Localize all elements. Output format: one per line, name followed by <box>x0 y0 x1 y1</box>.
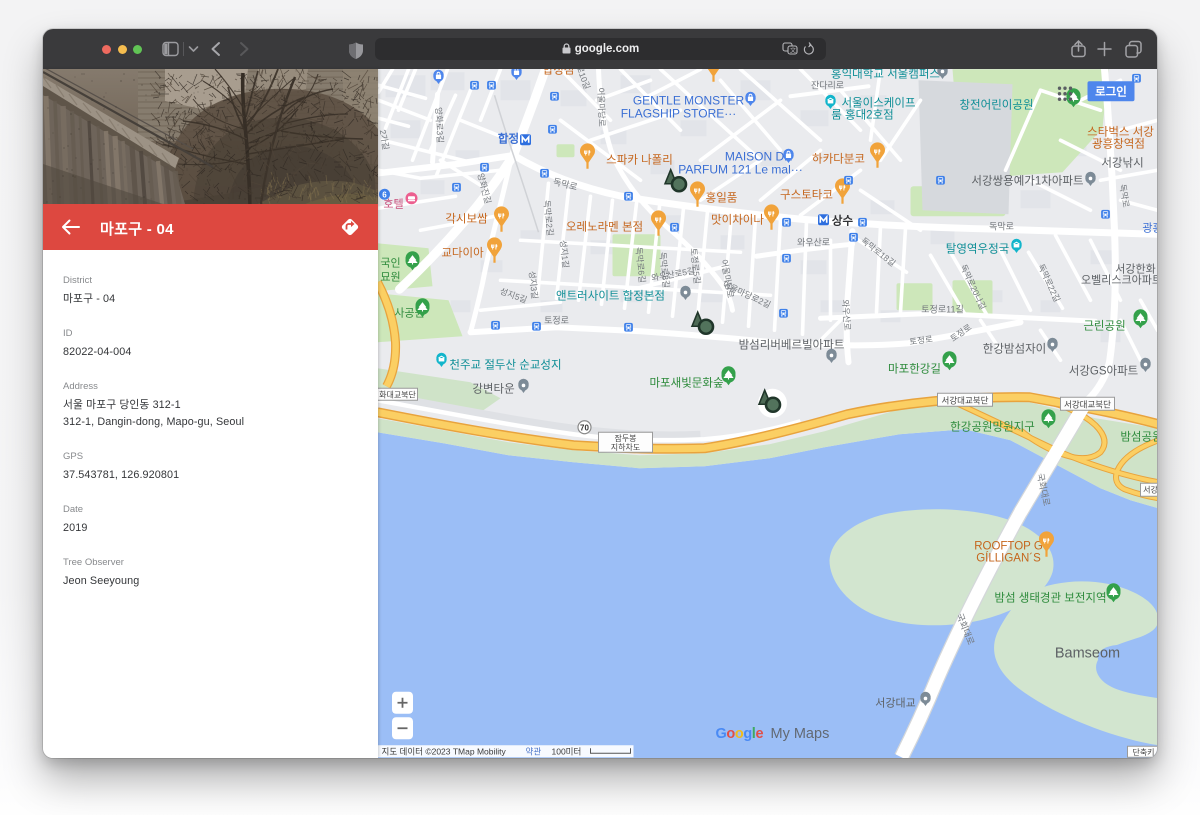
svg-text:文: 文 <box>790 47 796 55</box>
svg-text:6: 6 <box>382 190 387 199</box>
svg-text:광흥창역점: 광흥창역점 <box>1092 136 1145 150</box>
svg-text:한강밤섬자이: 한강밤섬자이 <box>982 342 1045 355</box>
svg-text:어울마당로: 어울마당로 <box>595 87 606 127</box>
svg-text:약관: 약관 <box>525 746 541 756</box>
svg-text:잔다리로: 잔다리로 <box>810 80 843 90</box>
svg-text:My Maps: My Maps <box>770 726 829 742</box>
svg-text:GENTLE MONSTER: GENTLE MONSTER <box>632 93 744 107</box>
svg-text:서강대교: 서강대교 <box>875 696 915 709</box>
svg-text:PARFUM 121 Le mal···: PARFUM 121 Le mal··· <box>678 162 802 176</box>
svg-text:합정: 합정 <box>497 131 518 145</box>
svg-text:밤섬리버베르빌아파트: 밤섬리버베르빌아파트 <box>738 338 844 351</box>
svg-text:토정로11길: 토정로11길 <box>921 304 963 314</box>
svg-text:구스토타코: 구스토타코 <box>780 188 833 201</box>
svg-text:강변타운: 강변타운 <box>472 382 514 395</box>
svg-text:서울이스케이프: 서울이스케이프 <box>841 96 915 109</box>
svg-text:FLAGSHIP STORE···: FLAGSHIP STORE··· <box>620 106 736 120</box>
svg-text:각시보쌈: 각시보쌈 <box>445 212 488 225</box>
svg-text:지하차도: 지하차도 <box>610 442 639 452</box>
svg-text:한강공원망원지구: 한강공원망원지구 <box>950 419 1035 433</box>
svg-text:Google: Google <box>715 726 763 742</box>
svg-text:홍일품: 홍일품 <box>705 190 737 204</box>
svg-text:창전어린이공원: 창전어린이공원 <box>959 97 1033 111</box>
svg-text:상수: 상수 <box>831 213 853 227</box>
svg-text:70: 70 <box>580 423 589 432</box>
svg-text:GÍLLIGAN´S: GÍLLIGAN´S <box>976 551 1041 564</box>
svg-text:합정점: 합정점 <box>542 69 574 76</box>
svg-text:스파카 나폴리: 스파카 나폴리 <box>606 153 673 166</box>
svg-text:광흥: 광흥 <box>1142 220 1157 234</box>
svg-text:홍익대학교 서울캠퍼스: 홍익대학교 서울캠퍼스 <box>831 69 940 80</box>
svg-text:단축키: 단축키 <box>1132 747 1154 757</box>
svg-text:스타벅스 서강: 스타벅스 서강 <box>1087 125 1154 138</box>
svg-text:앤트러사이트 합정본점: 앤트러사이트 합정본점 <box>556 289 665 302</box>
svg-text:Bamseom: Bamseom <box>1054 645 1119 661</box>
svg-text:서강대교북단: 서강대교북단 <box>1064 399 1111 409</box>
svg-text:양화로3길: 양화로3길 <box>433 107 445 143</box>
svg-text:ROOFTOP G: ROOFTOP G <box>974 540 1043 552</box>
svg-text:잠두봉: 잠두봉 <box>614 433 636 443</box>
svg-text:교다이아: 교다이아 <box>441 246 484 259</box>
svg-text:마포한강길: 마포한강길 <box>888 362 941 375</box>
svg-text:로그인: 로그인 <box>1095 84 1127 98</box>
svg-text:국인: 국인 <box>380 256 400 269</box>
svg-text:서강낚시: 서강낚시 <box>1101 156 1143 169</box>
svg-text:천주교 절두산 순교성지: 천주교 절두산 순교성지 <box>449 357 561 371</box>
svg-text:오벨리스크아파트: 오벨리스크아파트 <box>1081 273 1157 286</box>
svg-text:토정로: 토정로 <box>544 315 569 325</box>
svg-text:서강: 서강 <box>1143 484 1157 494</box>
svg-text:탈영역우정국: 탈영역우정국 <box>945 241 1008 255</box>
svg-text:근린공원: 근린공원 <box>1083 318 1125 332</box>
svg-text:서강쌍용예가1차아파트: 서강쌍용예가1차아파트 <box>971 174 1083 187</box>
svg-text:독막로: 독막로 <box>989 221 1014 231</box>
svg-text:마포새빛문화숲: 마포새빛문화숲 <box>649 376 723 389</box>
svg-text:묘원: 묘원 <box>380 270 400 283</box>
svg-text:지도 데이터 ©2023 TMap Mobility: 지도 데이터 ©2023 TMap Mobility <box>381 746 506 756</box>
svg-text:오레노라멘 본점: 오레노라멘 본점 <box>565 220 642 233</box>
svg-text:밤섬공원: 밤섬공원 <box>1120 429 1157 443</box>
svg-text:화대교북단: 화대교북단 <box>379 389 416 399</box>
svg-text:맛이차이나: 맛이차이나 <box>711 213 764 226</box>
svg-text:와우산로: 와우산로 <box>796 236 829 247</box>
svg-text:서강GS아파트: 서강GS아파트 <box>1068 364 1138 377</box>
svg-text:MAISON DE: MAISON DE <box>724 149 791 163</box>
svg-text:밤섬 생태경관 보전지역: 밤섬 생태경관 보전지역 <box>994 590 1106 604</box>
svg-text:서강대교북단: 서강대교북단 <box>941 395 988 405</box>
svg-text:하카다분코: 하카다분코 <box>812 151 865 165</box>
svg-text:100미터: 100미터 <box>551 746 581 756</box>
svg-text:룸 홍대2호점: 룸 홍대2호점 <box>831 107 894 121</box>
